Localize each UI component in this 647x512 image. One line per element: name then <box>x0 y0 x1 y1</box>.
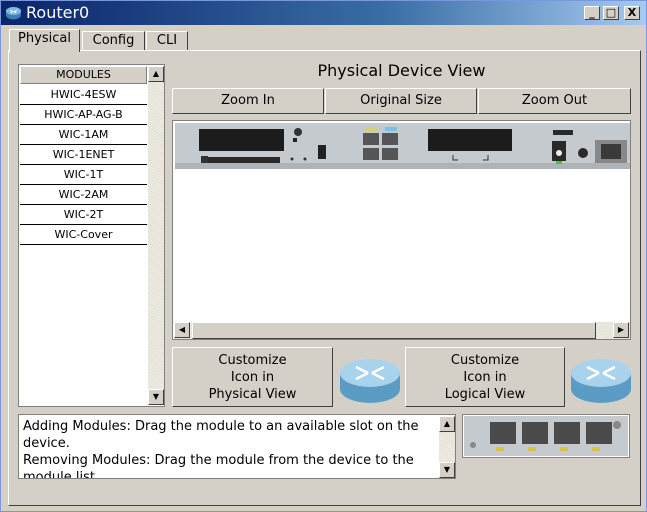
module-item[interactable]: WIC-1AM <box>20 125 147 145</box>
help-text-box[interactable]: Adding Modules: Drag the module to an av… <box>18 414 456 479</box>
module-preview <box>462 414 630 458</box>
module-item[interactable]: HWIC-4ESW <box>20 85 147 105</box>
title-bar[interactable]: Router0 _ □ X <box>1 1 646 25</box>
scroll-right-button[interactable]: ▶ <box>613 322 629 338</box>
module-preview-graphic <box>464 416 628 456</box>
router-chassis-graphic <box>175 123 630 169</box>
customize-physical-icon-button[interactable]: Customize Icon in Physical View <box>172 347 333 407</box>
modules-list[interactable]: MODULES HWIC-4ESW HWIC-AP-AG-B WIC-1AM W… <box>18 64 165 407</box>
help-scroll-up-button[interactable]: ▲ <box>439 416 455 432</box>
physical-device-view-title: Physical Device View <box>317 61 486 80</box>
module-item[interactable]: WIC-1T <box>20 165 147 185</box>
router-app-icon <box>6 7 21 20</box>
tab-physical[interactable]: Physical <box>9 29 80 52</box>
maximize-button[interactable]: □ <box>603 6 619 20</box>
customize-logical-icon-button[interactable]: Customize Icon in Logical View <box>405 347 565 407</box>
zoom-out-button[interactable]: Zoom Out <box>478 88 631 114</box>
router-physical-icon <box>340 359 400 403</box>
device-view-hscrollbar[interactable]: ◀ ▶ <box>174 322 630 339</box>
tab-config[interactable]: Config <box>82 31 145 51</box>
minimize-button[interactable]: _ <box>584 6 600 20</box>
original-size-button[interactable]: Original Size <box>325 88 477 114</box>
help-scrollbar[interactable]: ▲ ▼ <box>439 416 455 478</box>
router-window: Router0 _ □ X Physical Config CLI MODULE… <box>0 0 647 512</box>
router-logical-icon <box>571 359 631 403</box>
help-removing-text: Removing Modules: Drag the module from t… <box>23 453 414 479</box>
device-view-canvas[interactable]: ◀ ▶ <box>172 120 631 340</box>
modules-header: MODULES <box>20 66 147 84</box>
scroll-up-button[interactable]: ▲ <box>148 66 164 82</box>
scroll-left-button[interactable]: ◀ <box>174 322 190 338</box>
window-title: Router0 <box>26 3 90 22</box>
help-scroll-down-button[interactable]: ▼ <box>439 462 455 478</box>
router-chassis[interactable] <box>175 123 630 169</box>
close-button[interactable]: X <box>624 6 640 20</box>
module-item[interactable]: WIC-1ENET <box>20 145 147 165</box>
module-slot-1[interactable] <box>199 129 284 151</box>
tab-cli[interactable]: CLI <box>146 31 188 51</box>
module-slot-2[interactable] <box>428 129 512 151</box>
help-adding-text: Adding Modules: Drag the module to an av… <box>23 419 419 451</box>
zoom-in-button[interactable]: Zoom In <box>172 88 324 114</box>
modules-scrollbar[interactable]: ▲ ▼ <box>148 66 164 405</box>
scroll-thumb[interactable] <box>192 322 596 339</box>
module-item[interactable]: HWIC-AP-AG-B <box>20 105 147 125</box>
help-text: Adding Modules: Drag the module to an av… <box>23 418 433 479</box>
scroll-down-button[interactable]: ▼ <box>148 389 164 405</box>
module-item[interactable]: WIC-2AM <box>20 185 147 205</box>
module-item[interactable]: WIC-Cover <box>20 225 147 245</box>
module-item[interactable]: WIC-2T <box>20 205 147 225</box>
